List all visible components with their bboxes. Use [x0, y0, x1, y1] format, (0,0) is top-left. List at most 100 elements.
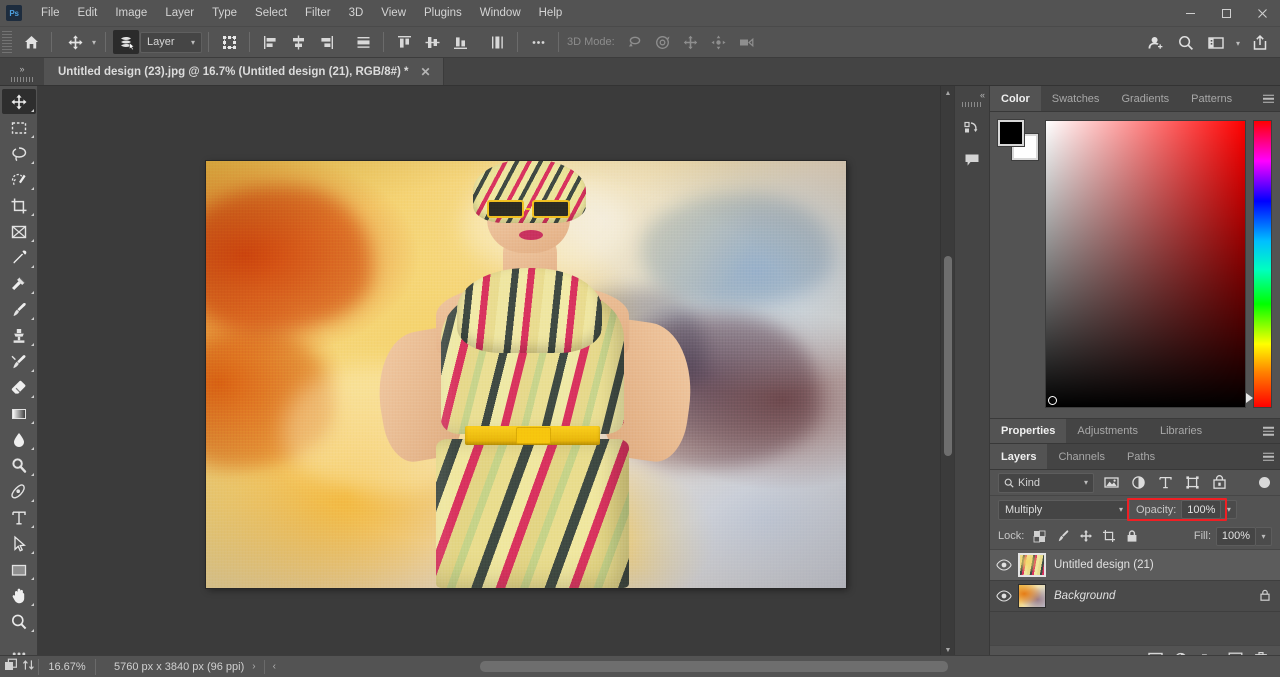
rectangular-marquee-tool[interactable] — [2, 115, 36, 140]
artboard[interactable] — [206, 161, 846, 588]
canvas-area[interactable]: ▲ ▼ — [38, 86, 954, 671]
crop-tool[interactable] — [2, 193, 36, 218]
opacity-stepper-caret[interactable]: ▾ — [1221, 500, 1238, 519]
lock-artboard-nesting-icon[interactable] — [1099, 527, 1118, 546]
minimize-button[interactable] — [1172, 0, 1208, 26]
eraser-tool[interactable] — [2, 375, 36, 400]
tab-color[interactable]: Color — [990, 86, 1041, 111]
object-selection-tool[interactable] — [2, 167, 36, 192]
roll-3d-icon[interactable] — [650, 30, 676, 54]
workspace-caret[interactable]: ▾ — [1236, 39, 1240, 48]
fill-input[interactable]: 100% — [1216, 526, 1256, 546]
layer-thumbnail[interactable] — [1018, 553, 1046, 577]
layer-name[interactable]: Background — [1054, 590, 1258, 602]
canvas-vertical-scrollbar[interactable]: ▲ ▼ — [940, 86, 954, 657]
filter-shape-layers-icon[interactable] — [1182, 473, 1202, 493]
arrange-documents-icon[interactable] — [22, 658, 36, 675]
saturation-value-field[interactable] — [1045, 120, 1246, 408]
layer-visibility-toggle[interactable] — [990, 559, 1018, 571]
slide-3d-icon[interactable] — [706, 30, 732, 54]
filter-pixel-layers-icon[interactable] — [1101, 473, 1121, 493]
menu-plugins[interactable]: Plugins — [415, 3, 471, 23]
align-right-edges-icon[interactable] — [313, 30, 339, 54]
color-panel-menu-icon[interactable] — [1263, 94, 1274, 103]
doc-info-prev-icon[interactable]: ‹ — [265, 661, 284, 672]
tab-paths[interactable]: Paths — [1116, 444, 1166, 469]
vertical-scroll-thumb[interactable] — [944, 256, 952, 456]
layer-filter-kind-select[interactable]: Kind ▾ — [998, 472, 1094, 493]
filter-enable-toggle[interactable] — [1259, 477, 1270, 488]
drag-3d-icon[interactable] — [678, 30, 704, 54]
dodge-tool[interactable] — [2, 453, 36, 478]
tab-properties[interactable]: Properties — [990, 419, 1067, 443]
auto-select-scope-select[interactable]: Layer ▾ — [140, 31, 203, 53]
opacity-input[interactable]: 100% — [1181, 500, 1222, 519]
tab-layers[interactable]: Layers — [990, 444, 1048, 469]
menu-type[interactable]: Type — [203, 3, 246, 23]
tab-adjustments[interactable]: Adjustments — [1066, 419, 1149, 443]
hand-tool[interactable] — [2, 583, 36, 608]
share-export-icon[interactable] — [1247, 31, 1273, 55]
horizontal-scroll-thumb[interactable] — [480, 661, 948, 672]
auto-select-layers-icon[interactable] — [113, 30, 140, 54]
layer-thumbnail[interactable] — [1018, 584, 1046, 608]
tab-gradients[interactable]: Gradients — [1110, 86, 1180, 111]
align-top-edges-icon[interactable] — [391, 30, 417, 54]
lasso-tool[interactable] — [2, 141, 36, 166]
lock-image-pixels-icon[interactable] — [1053, 527, 1072, 546]
fill-stepper-caret[interactable]: ▾ — [1256, 526, 1272, 546]
lock-all-icon[interactable] — [1258, 588, 1272, 605]
clone-stamp-tool[interactable] — [2, 323, 36, 348]
blur-tool[interactable] — [2, 427, 36, 452]
align-left-edges-icon[interactable] — [257, 30, 283, 54]
search-icon[interactable] — [1173, 31, 1199, 55]
menu-select[interactable]: Select — [246, 3, 296, 23]
menu-edit[interactable]: Edit — [69, 3, 107, 23]
show-transform-controls-icon[interactable] — [216, 30, 242, 54]
move-tool[interactable] — [1, 89, 36, 114]
move-tool-icon[interactable] — [62, 30, 88, 54]
share-user-icon[interactable] — [1143, 31, 1169, 55]
tab-patterns[interactable]: Patterns — [1180, 86, 1243, 111]
scale-3d-camera-icon[interactable] — [734, 30, 760, 54]
tool-preset-caret[interactable]: ▾ — [92, 38, 96, 47]
hue-slider-marker[interactable] — [1246, 393, 1253, 403]
screen-mode-icon[interactable] — [4, 658, 18, 675]
properties-panel-menu-icon[interactable] — [1263, 426, 1274, 436]
lock-all-icon[interactable] — [1122, 527, 1141, 546]
lock-position-icon[interactable] — [1076, 527, 1095, 546]
filter-adjustment-layers-icon[interactable] — [1128, 473, 1148, 493]
frame-tool[interactable] — [2, 219, 36, 244]
distribute-vertically-icon[interactable] — [484, 30, 510, 54]
horizontal-type-tool[interactable] — [2, 505, 36, 530]
menu-view[interactable]: View — [372, 3, 415, 23]
current-tool-preset[interactable]: ▾ — [58, 30, 99, 54]
menu-filter[interactable]: Filter — [296, 3, 340, 23]
brush-tool[interactable] — [2, 297, 36, 322]
menu-3d[interactable]: 3D — [340, 3, 373, 23]
menu-layer[interactable]: Layer — [156, 3, 203, 23]
filter-smart-object-layers-icon[interactable] — [1209, 473, 1229, 493]
rail-collapse-icon[interactable]: « — [980, 90, 989, 100]
tab-libraries[interactable]: Libraries — [1149, 419, 1213, 443]
foreground-color-swatch[interactable] — [998, 120, 1024, 146]
history-brush-tool[interactable] — [2, 349, 36, 374]
lock-transparent-pixels-icon[interactable] — [1030, 527, 1049, 546]
filter-type-layers-icon[interactable] — [1155, 473, 1175, 493]
spot-healing-brush-tool[interactable] — [2, 271, 36, 296]
doc-info-next-icon[interactable]: › — [244, 661, 263, 672]
menu-file[interactable]: File — [32, 3, 69, 23]
align-bottom-edges-icon[interactable] — [447, 30, 473, 54]
maximize-button[interactable] — [1208, 0, 1244, 26]
options-panel-collapse[interactable]: » — [0, 58, 44, 85]
path-selection-tool[interactable] — [2, 531, 36, 556]
tab-swatches[interactable]: Swatches — [1041, 86, 1111, 111]
close-icon[interactable]: ✕ — [419, 65, 433, 79]
document-tab[interactable]: Untitled design (23).jpg @ 16.7% (Untitl… — [44, 58, 444, 85]
history-panel-icon[interactable] — [957, 115, 987, 143]
color-picker-cursor[interactable] — [1048, 396, 1057, 405]
pen-tool[interactable] — [2, 479, 36, 504]
tab-channels[interactable]: Channels — [1047, 444, 1115, 469]
close-button[interactable] — [1244, 0, 1280, 26]
align-vertical-centers-icon[interactable] — [419, 30, 445, 54]
